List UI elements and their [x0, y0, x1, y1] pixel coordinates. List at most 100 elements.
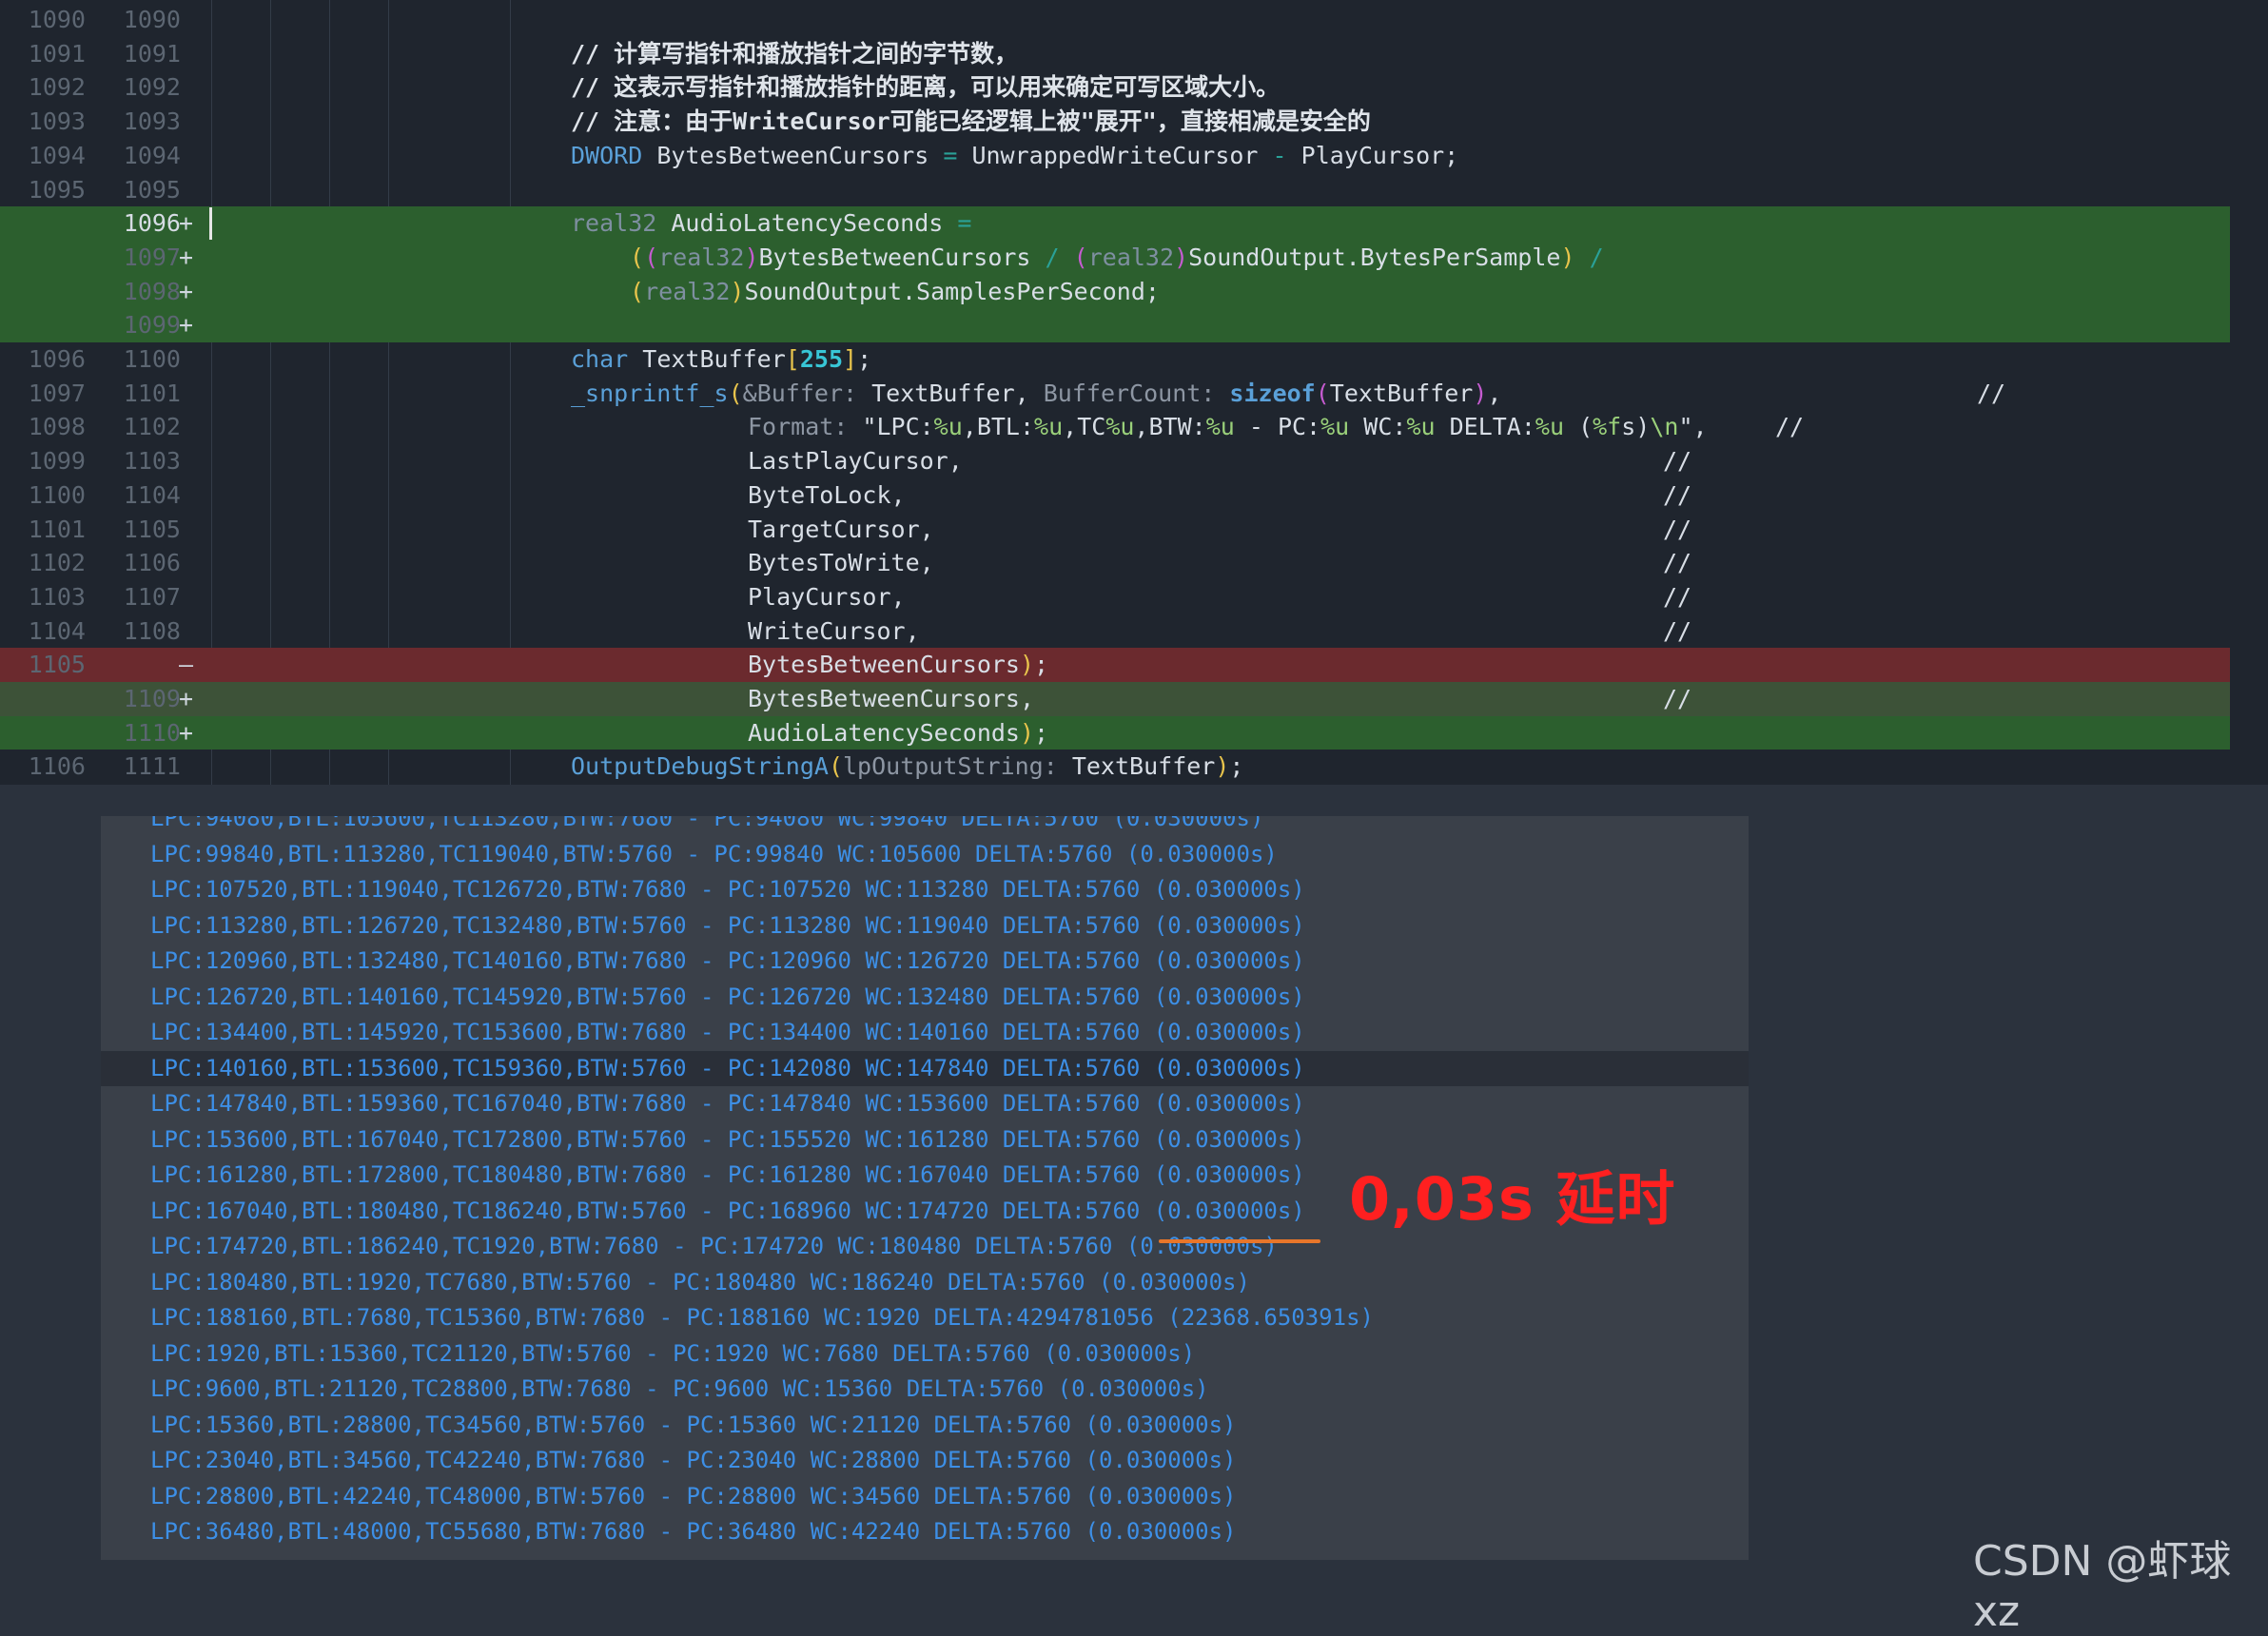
- code-token: %u: [1320, 413, 1350, 441]
- old-line-number: 1093: [28, 107, 86, 136]
- trailing-comment: //: [1663, 549, 1692, 577]
- new-line-number: 1098: [123, 277, 181, 305]
- code-token: WriteCursor,: [748, 616, 920, 645]
- output-line[interactable]: LPC:99840,BTL:113280,TC119040,BTW:5760 -…: [101, 837, 1749, 873]
- code-token: PlayCursor,: [748, 582, 906, 611]
- diff-line[interactable]: 1101 1105 TargetCursor, //: [0, 513, 2230, 547]
- code-text: Format: "LPC:%u,BTL:%u,TC%u,BTW:%u - PC:…: [748, 410, 1708, 444]
- diff-line[interactable]: 1099 1103 LastPlayCursor, //: [0, 444, 2230, 478]
- diff-line[interactable]: 1094 1094 DWORD BytesBetweenCursors = Unwr…: [0, 139, 2230, 173]
- code-token: ;: [857, 345, 872, 373]
- code-token: // 注意：由于WriteCursor可能已经逻辑上被"展开"，直接相减是安全的: [571, 107, 1371, 136]
- code-token: ]: [843, 345, 858, 373]
- code-text: ByteToLock,: [748, 478, 906, 513]
- code-token: UnwrappedWriteCursor: [957, 141, 1273, 169]
- diff-line[interactable]: 1091 1091 // 计算写指针和播放指针之间的字节数，: [0, 37, 2230, 71]
- new-line-number: 1111: [123, 752, 181, 781]
- diff-line[interactable]: 1103 1107 PlayCursor, //: [0, 580, 2230, 614]
- code-token: TextBuffer,: [857, 379, 1044, 407]
- new-line-number: 1091: [123, 39, 181, 68]
- code-token: BytesBetweenCursors,: [748, 685, 1035, 712]
- new-line-number: 1106: [123, 549, 181, 577]
- code-text: OutputDebugStringA(lpOutputString: TextB…: [571, 750, 1243, 784]
- output-line[interactable]: LPC:1920,BTL:15360,TC21120,BTW:5760 - PC…: [101, 1336, 1749, 1373]
- code-token: - PC:: [1234, 413, 1321, 441]
- diff-line[interactable]: 1096 1100 char TextBuffer[255];: [0, 342, 2230, 377]
- diff-line[interactable]: 1093 1093 // 注意：由于WriteCursor可能已经逻辑上被"展开"，…: [0, 105, 2230, 139]
- diff-marker: —: [179, 651, 194, 679]
- diff-line[interactable]: 1095 1095: [0, 173, 2230, 207]
- new-line-number: 1100: [123, 345, 181, 373]
- code-token: real32: [658, 243, 745, 271]
- old-line-number: 1096: [28, 345, 86, 373]
- new-line-number: 1094: [123, 141, 181, 169]
- diff-marker: +: [179, 243, 194, 271]
- code-text: BytesBetweenCursors);: [748, 648, 1048, 682]
- code-token: ;: [1229, 752, 1244, 781]
- code-token: =: [957, 209, 972, 238]
- old-line-number: 1099: [28, 447, 86, 476]
- new-line-number: 1093: [123, 107, 181, 136]
- code-token: OutputDebugStringA: [571, 752, 829, 781]
- old-line-number: 1106: [28, 752, 86, 781]
- output-line[interactable]: LPC:9600,BTL:21120,TC28800,BTW:7680 - PC…: [101, 1372, 1749, 1408]
- diff-line[interactable]: 1092 1092 // 这表示写指针和播放指针的距离，可以用来确定可写区域大小。: [0, 70, 2230, 105]
- code-token: [: [785, 345, 800, 373]
- diff-line[interactable]: 1106 1111 OutputDebugStringA(lpOutputStrin…: [0, 750, 2230, 784]
- diff-line[interactable]: 1090 1090: [0, 3, 2230, 37]
- code-text: LastPlayCursor,: [748, 444, 963, 478]
- diff-line[interactable]: 1102 1106 BytesToWrite, //: [0, 546, 2230, 580]
- old-line-number: 1105: [28, 651, 86, 679]
- code-token: ,: [1487, 379, 1502, 407]
- trailing-comment: //: [1663, 582, 1692, 611]
- diff-line[interactable]: 1098 + (real32)SoundOutput.SamplesPerSecon…: [0, 274, 2230, 309]
- output-line[interactable]: LPC:107520,BTL:119040,TC126720,BTW:7680 …: [101, 872, 1749, 908]
- diff-marker: +: [179, 311, 194, 340]
- code-text: _snprintf_s(&Buffer: TextBuffer, BufferC…: [571, 377, 1501, 411]
- code-token: DWORD: [571, 141, 643, 169]
- old-line-number: 1094: [28, 141, 86, 169]
- diff-marker: +: [179, 685, 194, 712]
- new-line-number: 1095: [123, 175, 181, 204]
- code-token: BytesBetweenCursors: [758, 243, 1046, 271]
- output-line[interactable]: LPC:113280,BTL:126720,TC132480,BTW:5760 …: [101, 908, 1749, 945]
- highlight-underline: [1159, 1239, 1320, 1243]
- diff-line[interactable]: 1105 — BytesBetweenCursors);: [0, 648, 2230, 682]
- output-line[interactable]: LPC:28800,BTL:42240,TC48000,BTW:5760 - P…: [101, 1479, 1749, 1515]
- output-line[interactable]: LPC:36480,BTL:48000,TC55680,BTW:7680 - P…: [101, 1514, 1749, 1550]
- code-token: BytesToWrite,: [748, 549, 934, 577]
- new-line-number: 1090: [123, 6, 181, 33]
- output-line[interactable]: LPC:147840,BTL:159360,TC167040,BTW:7680 …: [101, 1086, 1749, 1122]
- old-line-number: 1100: [28, 480, 86, 509]
- diff-line[interactable]: 1096 + real32 AudioLatencySeconds =: [0, 206, 2230, 241]
- code-text: // 计算写指针和播放指针之间的字节数，: [571, 37, 1018, 71]
- code-token: (: [728, 379, 743, 407]
- code-token: %u: [1535, 413, 1565, 441]
- new-line-number: 1108: [123, 616, 181, 645]
- output-line[interactable]: LPC:126720,BTL:140160,TC145920,BTW:5760 …: [101, 980, 1749, 1016]
- code-token: Format:: [748, 413, 849, 441]
- output-line[interactable]: LPC:23040,BTL:34560,TC42240,BTW:7680 - P…: [101, 1443, 1749, 1479]
- diff-line[interactable]: 1109 + BytesBetweenCursors, //: [0, 682, 2230, 716]
- code-token: SoundOutput.BytesPerSample: [1188, 243, 1561, 271]
- code-token: real32: [1087, 243, 1175, 271]
- diff-line[interactable]: 1097 + ((real32)BytesBetweenCursors / (rea…: [0, 240, 2230, 275]
- output-line[interactable]: LPC:120960,BTL:132480,TC140160,BTW:7680 …: [101, 944, 1749, 980]
- diff-line[interactable]: 1098 1102 Format: "LPC:%u,BTL:%u,TC%u,BTW:…: [0, 410, 2230, 444]
- old-line-number: 1101: [28, 515, 86, 543]
- diff-line[interactable]: 1099 +: [0, 308, 2230, 342]
- diff-line[interactable]: 1100 1104 ByteToLock, //: [0, 478, 2230, 513]
- code-token: (: [630, 243, 645, 271]
- output-line[interactable]: LPC:15360,BTL:28800,TC34560,BTW:5760 - P…: [101, 1408, 1749, 1444]
- diff-line[interactable]: 1110 + AudioLatencySeconds);: [0, 715, 2230, 750]
- output-line[interactable]: LPC:140160,BTL:153600,TC159360,BTW:5760 …: [101, 1050, 1749, 1086]
- diff-line[interactable]: 1097 1101 _snprintf_s(&Buffer: TextBuffer,…: [0, 377, 2230, 411]
- output-line[interactable]: LPC:188160,BTL:7680,TC15360,BTW:7680 - P…: [101, 1300, 1749, 1336]
- code-text: AudioLatencySeconds);: [748, 716, 1048, 750]
- output-line[interactable]: LPC:134400,BTL:145920,TC153600,BTW:7680 …: [101, 1015, 1749, 1051]
- output-line[interactable]: LPC:94080,BTL:105600,TC113280,BTW:7680 -…: [101, 816, 1749, 837]
- output-line[interactable]: LPC:180480,BTL:1920,TC7680,BTW:5760 - PC…: [101, 1265, 1749, 1301]
- code-text: (real32)SoundOutput.SamplesPerSecond;: [630, 275, 1160, 309]
- diff-line[interactable]: 1104 1108 WriteCursor, //: [0, 614, 2230, 649]
